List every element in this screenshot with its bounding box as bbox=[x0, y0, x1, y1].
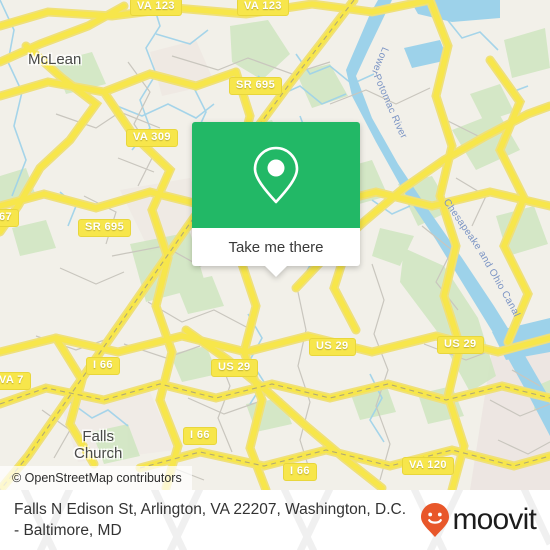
take-me-there-label: Take me there bbox=[228, 238, 324, 256]
shield-sr-695-top: SR 695 bbox=[229, 77, 283, 95]
shield-us-29-right: US 29 bbox=[437, 336, 484, 354]
moovit-brand[interactable]: moovit bbox=[420, 502, 537, 538]
map-canvas[interactable]: Lower Potomac River Chesapeake and Ohio … bbox=[0, 0, 550, 490]
shield-i-66-upper: I 66 bbox=[86, 357, 120, 375]
shield-i-66-lower: I 66 bbox=[183, 427, 217, 445]
shield-us-29-left: US 29 bbox=[211, 359, 258, 377]
shield-route-67-clipped: 67 bbox=[0, 209, 20, 227]
moovit-wordmark: moovit bbox=[452, 503, 536, 536]
moovit-map-screenshot: Lower Potomac River Chesapeake and Ohio … bbox=[0, 0, 550, 550]
shield-va-7: VA 7 bbox=[0, 372, 31, 390]
moovit-smiley-pin-icon bbox=[421, 503, 450, 537]
map-pin-icon bbox=[253, 146, 299, 204]
attribution-text: © OpenStreetMap contributors bbox=[12, 471, 182, 485]
popup-tail-pointer bbox=[265, 266, 287, 277]
place-label-falls-church: Falls Church bbox=[74, 428, 123, 462]
shield-va-309: VA 309 bbox=[126, 129, 178, 147]
place-label-mclean: McLean bbox=[28, 51, 82, 68]
shield-va-120: VA 120 bbox=[402, 457, 454, 475]
map-attribution[interactable]: © OpenStreetMap contributors bbox=[0, 466, 192, 490]
take-me-there-button[interactable]: Take me there bbox=[192, 228, 360, 266]
address-caption: Falls N Edison St, Arlington, VA 22207, … bbox=[14, 501, 407, 539]
shield-i-66-bottom: I 66 bbox=[283, 463, 317, 481]
destination-popup-card[interactable]: Take me there bbox=[192, 122, 360, 277]
shield-sr-695-left: SR 695 bbox=[78, 219, 132, 237]
popup-pin-area bbox=[192, 122, 360, 228]
footer-bar: Falls N Edison St, Arlington, VA 22207, … bbox=[0, 490, 550, 550]
shield-us-29-mid: US 29 bbox=[309, 338, 356, 356]
shield-va-123-west: VA 123 bbox=[130, 0, 182, 16]
shield-va-123-east: VA 123 bbox=[237, 0, 289, 16]
